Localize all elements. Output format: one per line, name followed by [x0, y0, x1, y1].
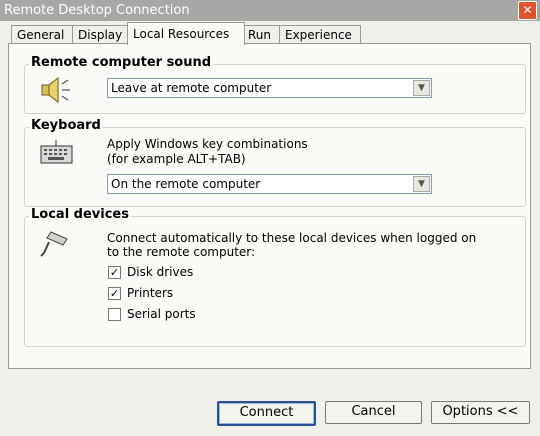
close-button[interactable]: ✕: [518, 1, 537, 20]
options-button[interactable]: Options <<: [431, 401, 530, 424]
keyboard-icon: [40, 140, 73, 164]
checkmark-icon: ✓: [109, 266, 120, 279]
disk-drives-checkbox[interactable]: ✓: [108, 266, 121, 279]
tab-local-resources[interactable]: Local Resources: [127, 22, 245, 45]
serial-ports-label: Serial ports: [127, 307, 196, 321]
tab-display[interactable]: Display: [72, 25, 133, 44]
serial-ports-checkbox[interactable]: [108, 308, 121, 321]
connect-button[interactable]: Connect: [217, 401, 316, 426]
tab-label: Run: [248, 28, 272, 42]
printers-label: Printers: [127, 286, 174, 300]
sound-group: Remote computer sound Leave at remote co…: [24, 55, 526, 114]
tab-experience[interactable]: Experience: [279, 25, 361, 44]
devices-description-line2: to the remote computer:: [107, 245, 256, 259]
plug-icon: [40, 231, 68, 257]
window-title: Remote Desktop Connection: [4, 3, 190, 18]
tab-label: Experience: [285, 28, 352, 42]
sound-dropdown[interactable]: Leave at remote computer ▼: [107, 78, 432, 98]
devices-group-label: Local devices: [29, 207, 131, 222]
printers-checkbox[interactable]: ✓: [108, 287, 121, 300]
devices-description-line1: Connect automatically to these local dev…: [107, 231, 477, 245]
tab-label: Display: [78, 28, 123, 42]
keyboard-description-line2: (for example ALT+TAB): [107, 152, 246, 166]
checkmark-icon: ✓: [109, 287, 120, 300]
title-bar: Remote Desktop Connection ✕: [0, 0, 540, 21]
tab-panel: Remote computer sound Leave at remote co…: [8, 43, 531, 369]
keyboard-group-label: Keyboard: [29, 118, 103, 133]
tab-general[interactable]: General: [11, 25, 79, 44]
close-icon: ✕: [522, 3, 533, 17]
keyboard-group: Keyboard Apply Windows key combinations …: [24, 118, 526, 207]
tab-label: General: [17, 28, 65, 42]
speaker-icon: [41, 76, 70, 104]
tab-label: Local Resources: [133, 27, 230, 41]
sound-selected-value: Leave at remote computer: [111, 81, 272, 95]
cancel-button[interactable]: Cancel: [325, 401, 422, 424]
dropdown-arrow-icon[interactable]: ▼: [413, 176, 430, 192]
dropdown-arrow-icon[interactable]: ▼: [413, 80, 430, 96]
keyboard-description-line1: Apply Windows key combinations: [107, 137, 308, 151]
tab-run[interactable]: Run: [242, 25, 283, 44]
disk-drives-label: Disk drives: [127, 265, 194, 279]
sound-group-label: Remote computer sound: [29, 55, 214, 70]
keyboard-selected-value: On the remote computer: [111, 177, 261, 191]
devices-group: Local devices Connect automatically to t…: [24, 207, 526, 347]
keyboard-dropdown[interactable]: On the remote computer ▼: [107, 174, 432, 194]
